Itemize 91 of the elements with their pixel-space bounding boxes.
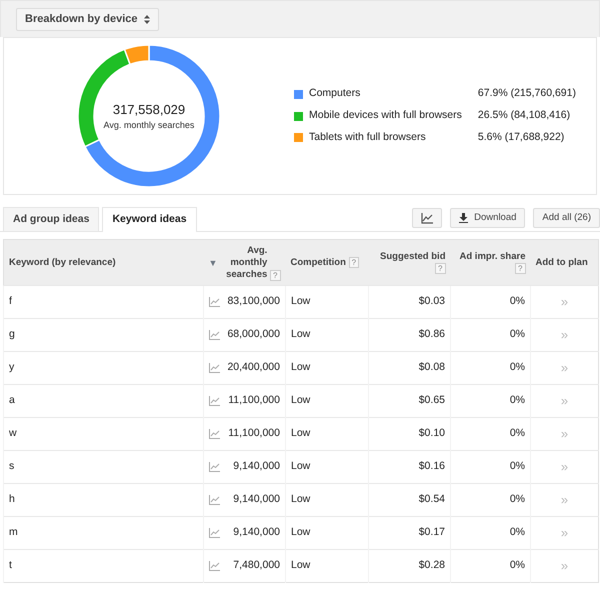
column-label: Competition: [290, 256, 346, 268]
add-to-plan-link[interactable]: »: [560, 426, 568, 442]
add-to-plan-link[interactable]: »: [560, 558, 568, 574]
legend-value: 26.5% (84,108,416): [478, 108, 572, 124]
trend-chart-icon[interactable]: [209, 297, 220, 307]
legend-label: Tablets with full browsers: [309, 130, 426, 145]
chart-button[interactable]: [412, 208, 442, 228]
share-cell: 0%: [450, 516, 530, 550]
bid-cell: $0.28: [368, 550, 450, 582]
column-label: Avg. monthly searches: [225, 244, 268, 280]
share-cell: 0%: [450, 550, 530, 582]
keyword-cell: m: [4, 516, 204, 550]
add-to-plan-link[interactable]: »: [560, 492, 568, 508]
add-to-plan-link[interactable]: »: [560, 360, 568, 376]
bid-cell: $0.54: [368, 484, 450, 516]
share-cell: 0%: [450, 484, 530, 516]
share-cell: 0%: [450, 418, 530, 450]
help-icon[interactable]: ?: [348, 256, 360, 268]
bid-cell: $0.65: [368, 384, 450, 418]
column-header: Keyword (by relevance): [4, 240, 204, 286]
competition-cell: Low: [286, 318, 368, 352]
add-to-plan-link[interactable]: »: [560, 525, 568, 540]
add-to-plan-link[interactable]: »: [560, 294, 568, 310]
bid-cell: $0.86: [368, 318, 450, 352]
searches-value: 9,140,000: [233, 459, 280, 474]
column-label: Ad impr. share: [458, 250, 526, 262]
total-caption: Avg. monthly searches: [104, 119, 194, 132]
bid-cell: $0.17: [368, 516, 450, 550]
tab[interactable]: Keyword ideas: [102, 207, 197, 232]
breakdown-dropdown[interactable]: Breakdown by device: [16, 8, 158, 31]
add-all-button[interactable]: Add all (26): [533, 208, 600, 228]
help-icon[interactable]: ?: [435, 262, 446, 274]
add-to-plan-link[interactable]: »: [560, 459, 568, 474]
trend-chart-icon[interactable]: [209, 330, 220, 340]
keyword-cell: a: [4, 384, 204, 418]
legend-label: Computers: [309, 86, 360, 102]
searches-value: 68,000,000: [227, 327, 280, 342]
total-searches: 317,558,029: [112, 100, 186, 118]
keyword-cell: s: [4, 450, 204, 484]
bid-cell: $0.16: [368, 450, 450, 484]
trend-chart-icon[interactable]: [209, 429, 220, 439]
legend-value: 5.6% (17,688,922): [478, 130, 566, 145]
keyword-cell: f: [4, 286, 204, 318]
column-label: Suggested bid: [379, 250, 446, 262]
bid-cell: $0.10: [368, 418, 450, 450]
share-cell: 0%: [450, 318, 530, 352]
searches-value: 20,400,000: [227, 360, 280, 376]
add-to-plan-link[interactable]: »: [560, 393, 568, 408]
download-icon: [459, 213, 468, 223]
help-icon[interactable]: ?: [515, 262, 526, 274]
competition-cell: Low: [286, 484, 368, 516]
searches-value: 9,140,000: [233, 492, 280, 508]
competition-cell: Low: [286, 418, 368, 450]
keyword-cell: w: [4, 418, 204, 450]
trend-chart-icon[interactable]: [209, 495, 220, 505]
trend-chart-icon[interactable]: [209, 363, 220, 373]
competition-cell: Low: [286, 516, 368, 550]
competition-cell: Low: [286, 450, 368, 484]
trend-chart-icon[interactable]: [209, 561, 220, 571]
help-icon[interactable]: ?: [270, 270, 280, 280]
keyword-cell: y: [4, 352, 204, 384]
competition-cell: Low: [286, 286, 368, 318]
legend-label: Mobile devices with full browsers: [309, 108, 462, 124]
competition-cell: Low: [286, 352, 368, 384]
download-button[interactable]: Download: [450, 208, 526, 228]
keyword-cell: t: [4, 550, 204, 582]
keyword-cell: h: [4, 484, 204, 516]
share-cell: 0%: [450, 352, 530, 384]
competition-cell: Low: [286, 384, 368, 418]
share-cell: 0%: [450, 384, 530, 418]
sort-arrow-icon[interactable]: ▼: [208, 256, 218, 268]
bid-cell: $0.03: [368, 286, 450, 318]
share-cell: 0%: [450, 450, 530, 484]
legend-value: 67.9% (215,760,691): [478, 86, 576, 102]
searches-value: 9,140,000: [233, 525, 280, 540]
tab[interactable]: Ad group ideas: [3, 207, 100, 231]
competition-cell: Low: [286, 550, 368, 582]
sort-arrows-icon: [144, 15, 150, 24]
trend-chart-icon[interactable]: [209, 528, 220, 538]
searches-value: 11,100,000: [228, 426, 280, 442]
trend-chart-icon[interactable]: [209, 396, 220, 406]
searches-value: 7,480,000: [233, 558, 280, 574]
column-header: Add to plan: [530, 240, 598, 286]
searches-value: 11,100,000: [228, 393, 280, 408]
searches-value: 83,100,000: [227, 294, 280, 310]
trend-chart-icon[interactable]: [209, 462, 220, 472]
share-cell: 0%: [450, 286, 530, 318]
bid-cell: $0.08: [368, 352, 450, 384]
keyword-cell: g: [4, 318, 204, 352]
add-to-plan-link[interactable]: »: [560, 327, 568, 342]
line-chart-icon: [421, 212, 434, 224]
